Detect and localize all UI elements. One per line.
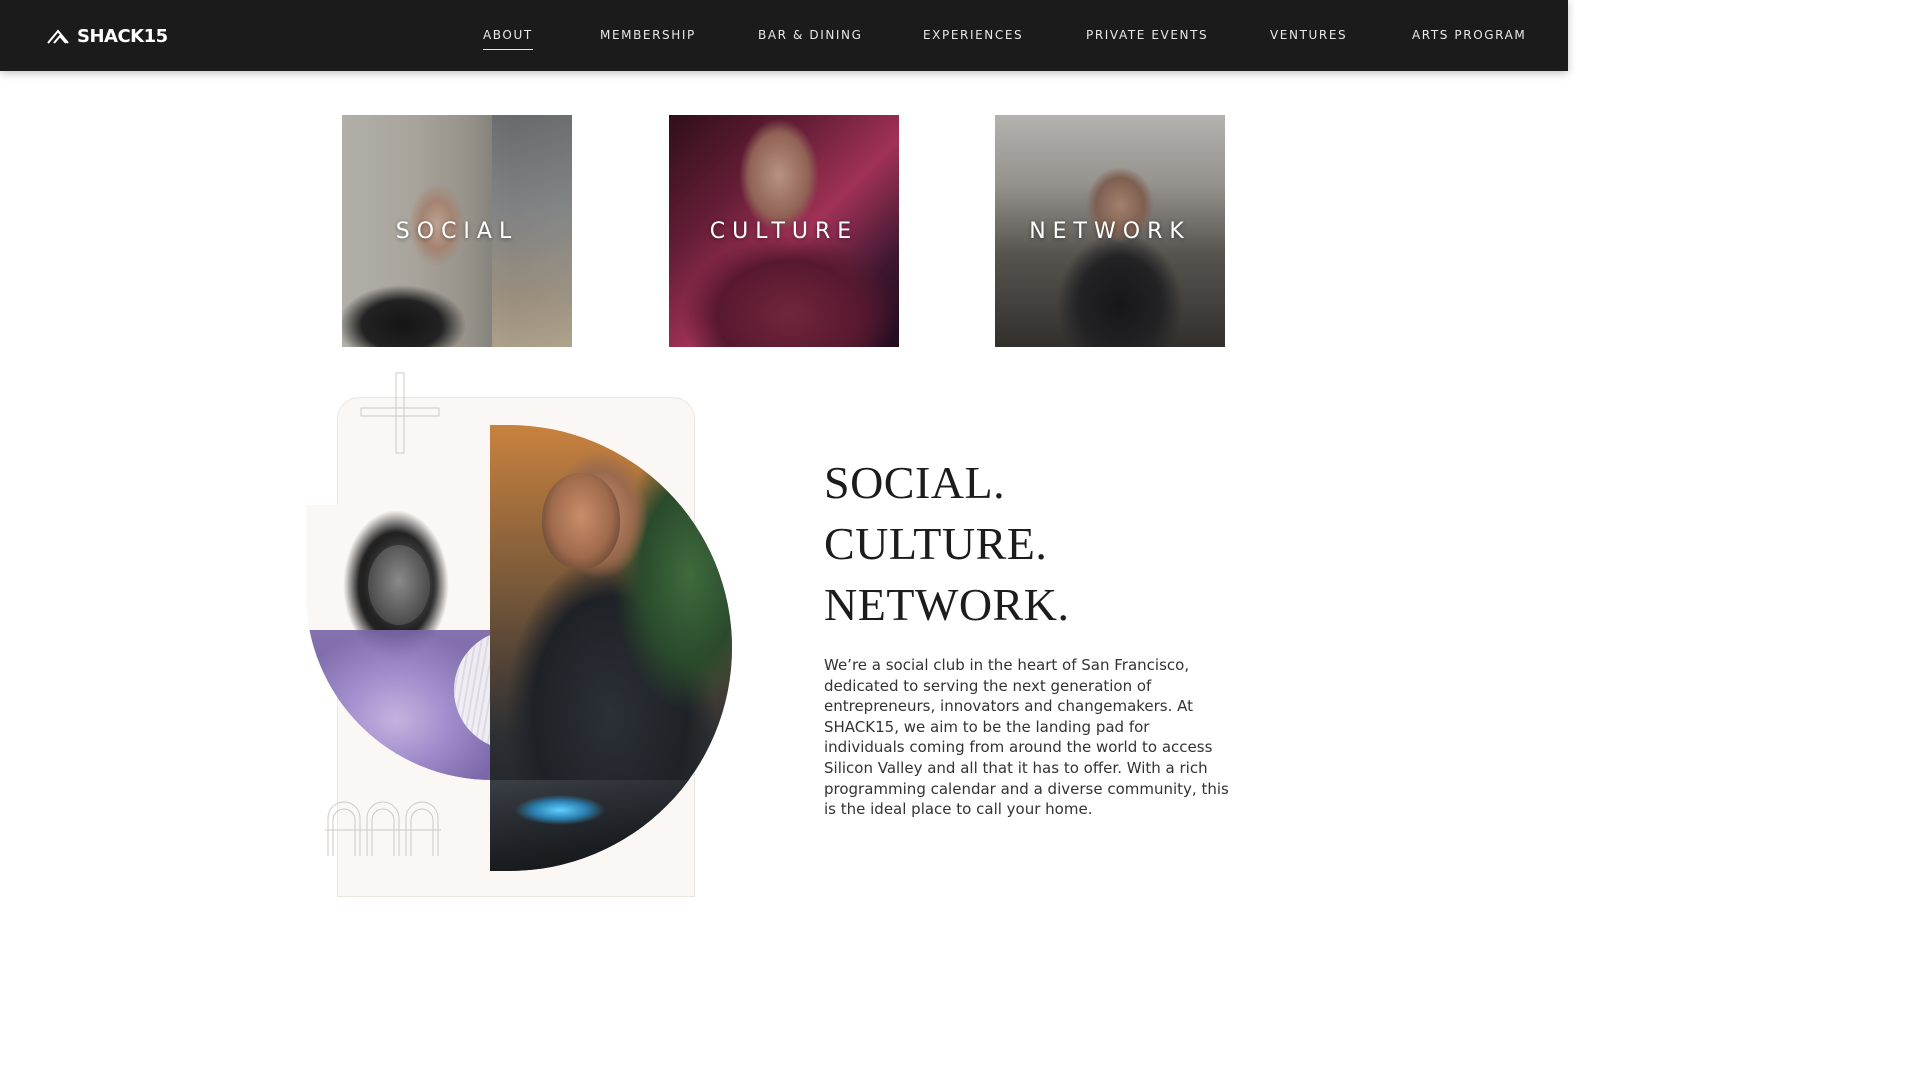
about-body-text: We’re a social club in the heart of San …: [824, 656, 1229, 819]
nav-item-ventures[interactable]: VENTURES: [1270, 28, 1347, 42]
page-headline: SOCIAL. CULTURE. NETWORK.: [824, 452, 1069, 635]
main-nav: ABOUT MEMBERSHIP BAR & DINING EXPERIENCE…: [0, 0, 1568, 71]
arches-decoration-icon: [325, 801, 441, 856]
tile-network[interactable]: NETWORK: [995, 115, 1225, 347]
tile-culture[interactable]: CULTURE: [669, 115, 899, 347]
top-nav-bar: SHACK15 ABOUT MEMBERSHIP BAR & DINING EX…: [0, 0, 1568, 71]
tile-social[interactable]: SOCIAL: [342, 115, 572, 347]
collage-photo-woman: [306, 505, 492, 780]
nav-item-membership[interactable]: MEMBERSHIP: [600, 28, 696, 42]
headline-line-culture: CULTURE.: [824, 518, 1048, 569]
headline-line-social: SOCIAL.: [824, 457, 1006, 508]
tile-network-label: NETWORK: [1029, 218, 1191, 244]
nav-item-about[interactable]: ABOUT: [483, 28, 533, 50]
tile-social-label: SOCIAL: [395, 218, 519, 244]
nav-item-arts-program[interactable]: ARTS PROGRAM: [1412, 28, 1526, 42]
nav-item-private-events[interactable]: PRIVATE EVENTS: [1086, 28, 1208, 42]
nav-item-experiences[interactable]: EXPERIENCES: [923, 28, 1023, 42]
tile-culture-label: CULTURE: [709, 218, 859, 244]
headline-line-network: NETWORK.: [824, 579, 1070, 630]
nav-item-bar-dining[interactable]: BAR & DINING: [758, 28, 863, 42]
collage-photo-dj: [490, 425, 732, 871]
cross-decoration-icon: [360, 372, 440, 454]
